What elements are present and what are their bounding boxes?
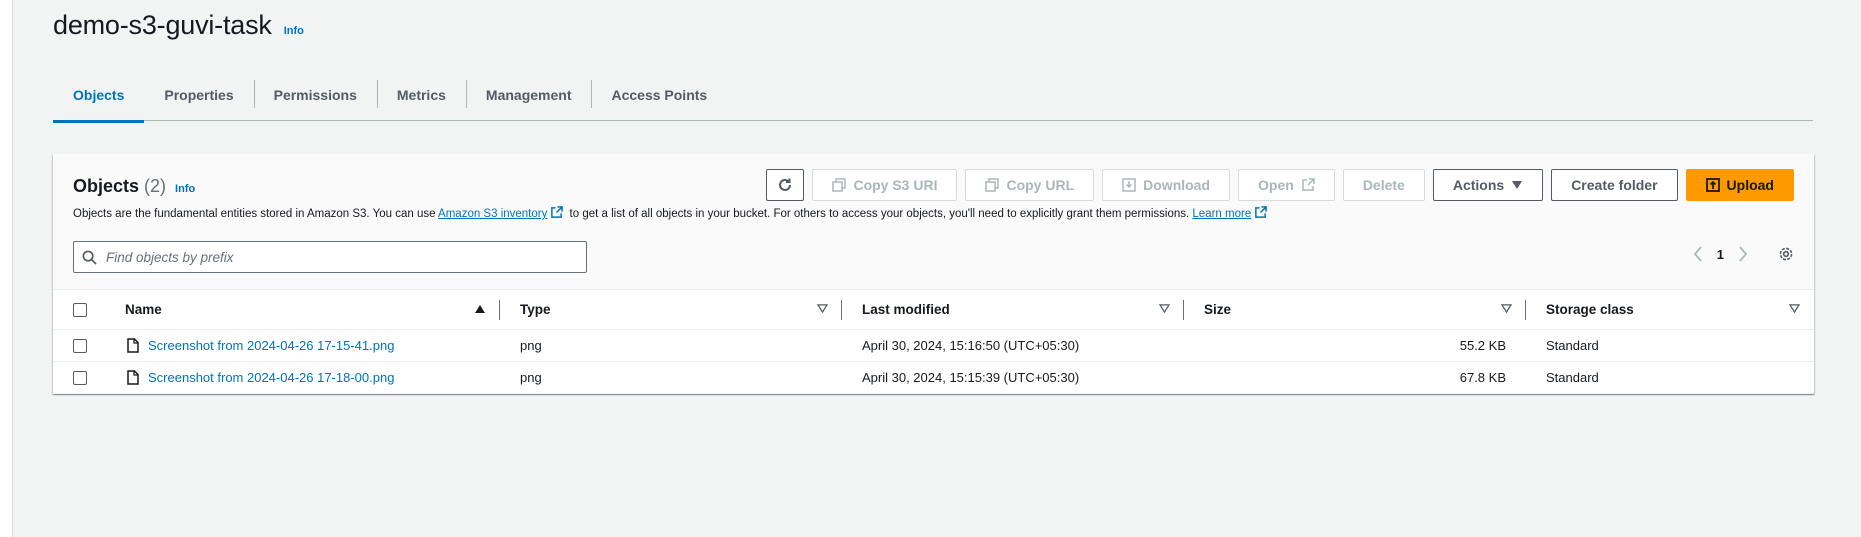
bucket-title-row: demo-s3-guvi-task Info <box>53 10 304 41</box>
sort-caret-icon <box>1159 304 1170 313</box>
search-input[interactable] <box>106 249 576 265</box>
chevron-right-icon[interactable] <box>1738 246 1748 262</box>
objects-heading-title: Objects <box>73 176 140 196</box>
copy-icon <box>832 178 847 192</box>
external-link-icon <box>1255 206 1268 218</box>
bucket-info-link[interactable]: Info <box>284 25 304 37</box>
upload-icon <box>1705 178 1720 192</box>
refresh-button[interactable] <box>766 169 805 201</box>
page-number[interactable]: 1 <box>1717 247 1724 262</box>
objects-count: (2) <box>144 176 167 196</box>
row-last-modified-cell: April 30, 2024, 15:15:39 (UTC+05:30) <box>862 370 1080 385</box>
row-name-cell: Screenshot from 2024-04-26 17-18-00.png <box>127 362 500 393</box>
sort-caret-icon <box>1501 304 1512 313</box>
row-type-cell: png <box>520 338 542 353</box>
tab-properties[interactable]: Properties <box>144 68 253 121</box>
file-icon <box>127 370 139 385</box>
open-button[interactable]: Open <box>1238 169 1335 201</box>
search-icon <box>82 250 97 265</box>
search-box <box>73 241 587 273</box>
row-last-modified-cell: April 30, 2024, 15:16:50 (UTC+05:30) <box>862 338 1080 353</box>
refresh-icon <box>779 178 792 191</box>
sort-caret-icon <box>817 304 828 313</box>
column-type-label: Type <box>520 302 551 317</box>
column-header-size[interactable]: Size <box>1184 290 1526 329</box>
download-button[interactable]: Download <box>1102 169 1231 201</box>
copy-icon <box>985 178 1000 192</box>
description-text-pre: Objects are the fundamental entities sto… <box>73 208 439 220</box>
row-size-cell: 67.8 KB <box>1184 362 1526 393</box>
description-text-mid: to get a list of all objects in your buc… <box>566 208 1193 220</box>
bucket-tabs: Objects Properties Permissions Metrics M… <box>53 68 1813 123</box>
gear-icon[interactable] <box>1778 246 1794 262</box>
column-header-type[interactable]: Type <box>500 290 842 329</box>
file-icon <box>127 338 139 353</box>
objects-panel-header: Objects (2) Info Copy S3 URI Copy URL Do… <box>53 154 1814 290</box>
row-storage-class-cell: Standard <box>1546 338 1599 353</box>
row-size-value: 67.8 KB <box>1459 370 1506 385</box>
select-all-cell <box>73 290 93 329</box>
sort-ascending-icon <box>475 305 485 313</box>
objects-panel: Objects (2) Info Copy S3 URI Copy URL Do… <box>53 154 1814 394</box>
chevron-left-icon[interactable] <box>1693 246 1703 262</box>
tab-management[interactable]: Management <box>465 68 592 121</box>
open-label: Open <box>1258 177 1294 193</box>
copy-url-label: Copy URL <box>1006 177 1075 193</box>
row-size-value: 55.2 KB <box>1459 338 1506 353</box>
download-label: Download <box>1143 177 1211 193</box>
tab-permissions[interactable]: Permissions <box>253 68 377 121</box>
row-checkbox[interactable] <box>73 370 87 385</box>
row-size-cell: 55.2 KB <box>1184 330 1526 361</box>
object-name-link[interactable]: Screenshot from 2024-04-26 17-15-41.png <box>148 338 394 353</box>
row-type-cell: png <box>520 370 542 385</box>
column-last-modified-label: Last modified <box>862 302 950 317</box>
column-header-storage-class[interactable]: Storage class <box>1526 290 1814 329</box>
column-name-label: Name <box>125 302 162 317</box>
learn-more-link[interactable]: Learn more <box>1192 208 1251 220</box>
delete-button[interactable]: Delete <box>1342 169 1425 201</box>
copy-s3-uri-button[interactable]: Copy S3 URI <box>812 169 958 201</box>
objects-toolbar: Copy S3 URI Copy URL Download Open Delet… <box>766 169 1794 201</box>
row-checkbox[interactable] <box>73 338 87 353</box>
row-name-cell: Screenshot from 2024-04-26 17-15-41.png <box>127 330 500 361</box>
objects-heading: Objects (2) Info <box>73 176 195 197</box>
create-folder-button[interactable]: Create folder <box>1551 169 1678 201</box>
table-header: Name Type Last modified Size Storage cla <box>53 290 1814 330</box>
row-select-cell <box>73 330 93 361</box>
tab-access-points[interactable]: Access Points <box>591 68 727 121</box>
column-header-name[interactable]: Name <box>125 290 500 329</box>
table-row[interactable]: Screenshot from 2024-04-26 17-18-00.png … <box>53 362 1814 394</box>
pagination: 1 <box>1693 246 1794 262</box>
external-link-icon <box>551 206 564 218</box>
left-navigation-rail <box>0 0 13 537</box>
row-select-cell <box>73 362 93 393</box>
actions-dropdown[interactable]: Actions <box>1432 169 1544 201</box>
tab-metrics[interactable]: Metrics <box>376 68 466 121</box>
object-name-link[interactable]: Screenshot from 2024-04-26 17-18-00.png <box>148 370 394 385</box>
upload-button[interactable]: Upload <box>1685 169 1794 201</box>
external-link-icon <box>1302 178 1315 191</box>
bucket-title: demo-s3-guvi-task <box>53 10 272 40</box>
upload-label: Upload <box>1726 177 1774 193</box>
column-size-label: Size <box>1204 302 1232 317</box>
copy-s3-uri-label: Copy S3 URI <box>853 177 938 193</box>
objects-description: Objects are the fundamental entities sto… <box>73 206 1270 220</box>
sort-caret-icon <box>1789 304 1800 313</box>
select-all-checkbox[interactable] <box>73 302 87 317</box>
caret-down-icon <box>1512 181 1523 189</box>
objects-info-link[interactable]: Info <box>175 183 195 195</box>
column-storage-class-label: Storage class <box>1546 302 1634 317</box>
table-row[interactable]: Screenshot from 2024-04-26 17-15-41.png … <box>53 330 1814 362</box>
row-storage-class-cell: Standard <box>1546 370 1599 385</box>
actions-label: Actions <box>1452 177 1505 193</box>
tab-objects[interactable]: Objects <box>53 68 145 123</box>
column-header-last-modified[interactable]: Last modified <box>842 290 1184 329</box>
download-icon <box>1122 178 1136 192</box>
s3-inventory-link[interactable]: Amazon S3 inventory <box>438 208 547 220</box>
copy-url-button[interactable]: Copy URL <box>965 169 1095 201</box>
